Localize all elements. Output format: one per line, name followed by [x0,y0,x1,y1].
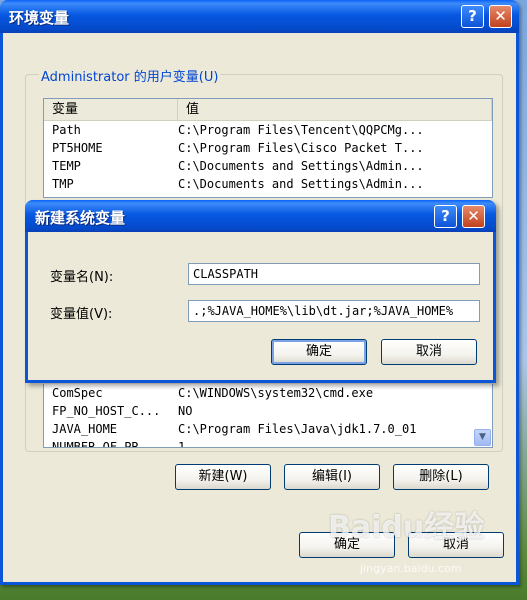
table-row[interactable]: TEMP C:\Documents and Settings\Admin... [44,157,492,175]
main-window-title: 环境变量 [9,9,70,27]
table-row[interactable]: JAVA_HOME C:\Program Files\Java\jdk1.7.0_… [44,420,492,438]
var-value: C:\Documents and Settings\Admin... [178,159,424,173]
baidu-watermark: Baidu经验 [328,510,485,545]
var-name: Path [52,123,81,137]
close-icon: ✕ [494,7,507,25]
var-value: C:\Program Files\Java\jdk1.7.0_01 [178,422,417,436]
var-value: 1 [178,440,186,448]
dialog-ok-button[interactable]: 确定 [271,339,367,365]
var-name: TMP [52,177,74,191]
scroll-down-button[interactable]: ▼ [474,429,491,446]
table-row[interactable]: Path C:\Program Files\Tencent\QQPCMg... [44,121,492,139]
help-icon: ? [468,7,477,25]
var-value: C:\Program Files\Tencent\QQPCMg... [178,123,424,137]
column-header-variable[interactable]: 变量 [44,99,178,120]
dialog-title: 新建系统变量 [35,209,126,227]
var-value: C:\WINDOWS\system32\cmd.exe [178,386,374,400]
system-variables-list[interactable]: ComSpec C:\WINDOWS\system32\cmd.exe FP_NO… [43,384,493,448]
dialog-titlebar[interactable]: 新建系统变量 ? ✕ [25,200,496,232]
dialog-close-button[interactable]: ✕ [462,205,485,228]
edit-variable-button[interactable]: 编辑(I) [284,464,380,490]
variable-value-label: 变量值(V): [50,307,113,322]
table-row[interactable]: FP_NO_HOST_C... NO [44,402,492,420]
var-value: C:\Documents and Settings\Admin... [178,177,424,191]
var-name: TEMP [52,159,81,173]
user-variables-list[interactable]: 变量 值 Path C:\Program Files\Tencent\QQPCMg… [43,98,493,198]
table-row[interactable]: ComSpec C:\WINDOWS\system32\cmd.exe [44,384,492,402]
var-value: NO [178,404,193,418]
list-header: 变量 值 [44,99,492,121]
dialog-help-button[interactable]: ? [434,205,457,228]
new-system-variable-dialog: 新建系统变量 ? ✕ 变量名(N): CLASSPATH 变量值(V): .;%… [25,200,496,383]
user-variables-label: Administrator 的用户变量(U) [39,66,221,85]
close-button[interactable]: ✕ [489,5,512,28]
column-header-value[interactable]: 值 [178,99,492,120]
var-name: ComSpec [52,386,103,400]
var-name: JAVA_HOME [52,422,118,436]
new-variable-button[interactable]: 新建(W) [175,464,271,490]
chevron-down-icon: ▼ [479,432,486,442]
var-name: PT5HOME [52,141,103,155]
variable-name-input[interactable]: CLASSPATH [188,263,480,285]
delete-variable-button[interactable]: 删除(L) [393,464,489,490]
help-icon: ? [441,207,450,225]
baidu-watermark-url: jingyan.baidu.com [360,562,462,575]
var-name: NUMBER_OF_PR... [52,440,161,448]
close-icon: ✕ [467,207,480,225]
variable-name-label: 变量名(N): [50,270,114,285]
variable-value-input[interactable]: .;%JAVA_HOME%\lib\dt.jar;%JAVA_HOME% [188,300,480,322]
dialog-cancel-button[interactable]: 取消 [381,339,477,365]
table-row[interactable]: PT5HOME C:\Program Files\Cisco Packet T..… [44,139,492,157]
main-titlebar[interactable]: 环境变量 ? ✕ [0,0,519,33]
var-value: C:\Program Files\Cisco Packet T... [178,141,424,155]
table-row[interactable]: NUMBER_OF_PR... 1 [44,438,492,448]
table-row[interactable]: TMP C:\Documents and Settings\Admin... [44,175,492,193]
help-button[interactable]: ? [461,5,484,28]
var-name: FP_NO_HOST_C... [52,404,161,418]
